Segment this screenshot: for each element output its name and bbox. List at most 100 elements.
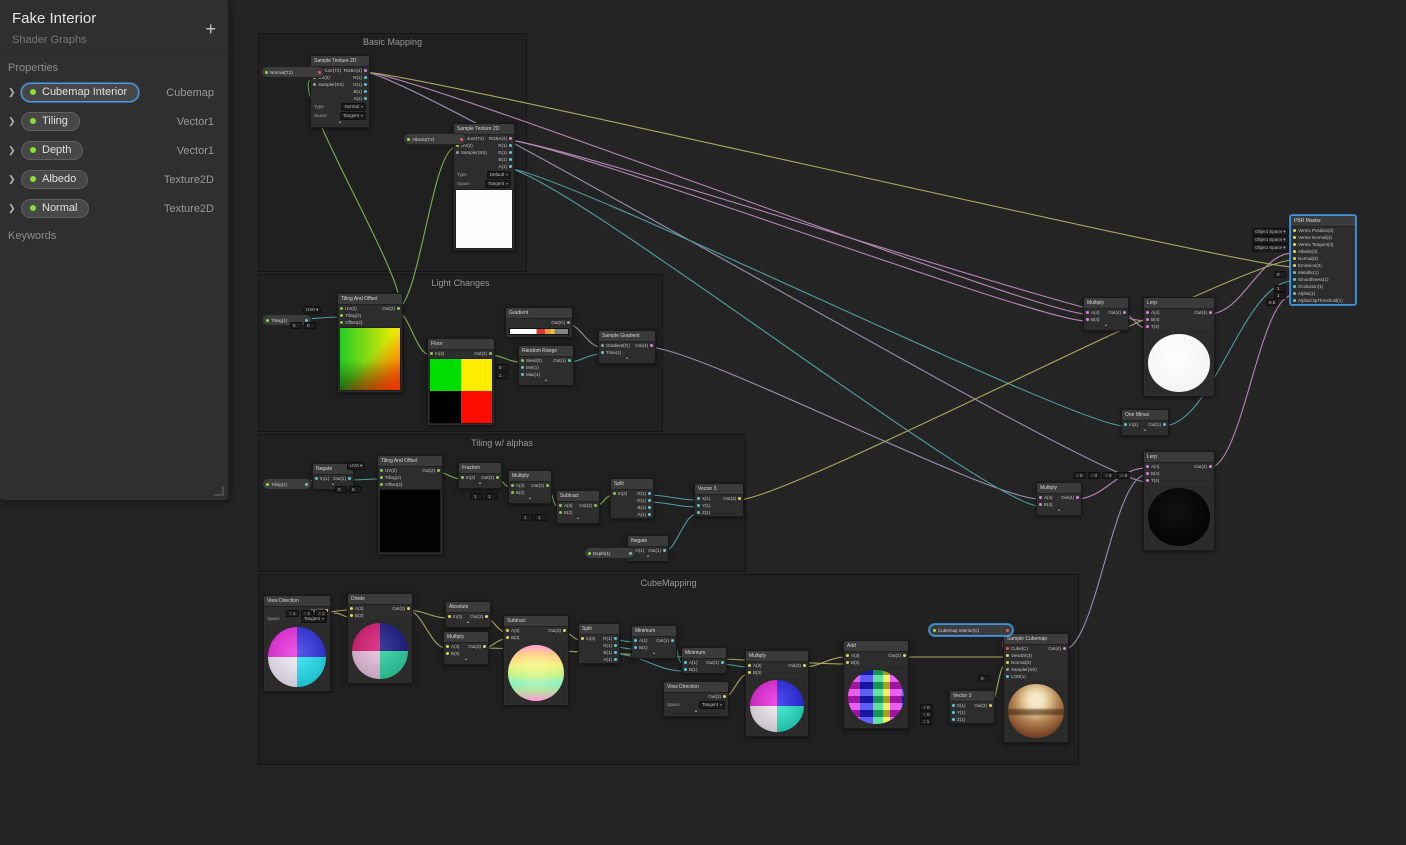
port-dot-icon[interactable]: [509, 165, 512, 168]
input-port[interactable]: Gradient(G): [601, 343, 630, 348]
dropdown-space-1[interactable]: Object Space ▾: [1252, 228, 1289, 236]
port-dot-icon[interactable]: [485, 615, 488, 618]
input-port[interactable]: Occlusion(1): [1293, 284, 1323, 289]
port-dot-icon[interactable]: [430, 352, 433, 355]
port-dot-icon[interactable]: [581, 637, 584, 640]
input-port[interactable]: Normal(3): [1006, 660, 1031, 665]
port-dot-icon[interactable]: [509, 144, 512, 147]
graph-pill-prop-tiling-b[interactable]: Tiling(1): [262, 478, 312, 490]
collapse-chevron-icon[interactable]: ⌄: [1084, 322, 1128, 330]
collapse-chevron-icon[interactable]: ⌄: [446, 619, 490, 627]
output-port[interactable]: A(1): [498, 164, 512, 169]
port-dot-icon[interactable]: [634, 639, 637, 642]
output-port[interactable]: Out(4): [1194, 310, 1212, 315]
input-port[interactable]: A(3): [748, 663, 762, 668]
input-port[interactable]: AlphaClipThreshold(1): [1293, 298, 1343, 303]
value-field[interactable]: 1: [471, 493, 483, 500]
port-dot-icon[interactable]: [1209, 465, 1212, 468]
port-dot-icon[interactable]: [340, 321, 343, 324]
dropdown-uv-channel-1[interactable]: UV0 ▾: [303, 306, 322, 314]
value-field[interactable]: X0: [920, 704, 933, 711]
output-port[interactable]: Out(3): [470, 614, 488, 619]
port-dot-icon[interactable]: [460, 137, 463, 141]
input-port[interactable]: In(1): [1124, 422, 1138, 427]
port-dot-icon[interactable]: [506, 629, 509, 632]
input-port[interactable]: B(3): [846, 660, 860, 665]
collapse-chevron-icon[interactable]: ⌄: [1122, 427, 1168, 435]
graph-pill-prop-cubemap-interior[interactable]: Cubemap Interior(C): [929, 624, 1013, 636]
output-port[interactable]: Out(3): [468, 644, 486, 649]
output-port[interactable]: Out(1): [1148, 422, 1166, 427]
input-port[interactable]: B(4): [1146, 471, 1160, 476]
input-port[interactable]: Smoothness(1): [1293, 277, 1329, 282]
input-port[interactable]: X(1): [697, 496, 711, 501]
port-dot-icon[interactable]: [697, 511, 700, 514]
value-field[interactable]: Y1: [300, 610, 314, 617]
value-field[interactable]: 1: [535, 514, 547, 521]
port-dot-icon[interactable]: [511, 491, 514, 494]
input-port[interactable]: Alpha(1): [1293, 291, 1315, 296]
node-view-direction-2[interactable]: View Direction Out(3) Space Tangent ▾ ⌄: [663, 681, 729, 717]
port-dot-icon[interactable]: [364, 83, 367, 86]
collapse-chevron-icon[interactable]: ⌄: [519, 377, 573, 385]
value-field[interactable]: 1: [496, 372, 508, 379]
resize-grip[interactable]: [214, 486, 224, 496]
port-dot-icon[interactable]: [340, 314, 343, 317]
property-pill-cubemap-interior[interactable]: Cubemap Interior: [21, 83, 139, 102]
port-dot-icon[interactable]: [1123, 311, 1126, 314]
port-dot-icon[interactable]: [364, 76, 367, 79]
port-dot-icon[interactable]: [1293, 292, 1296, 295]
input-port[interactable]: A(4): [1086, 310, 1100, 315]
port-dot-icon[interactable]: [989, 704, 992, 707]
input-port[interactable]: Normal(3): [1293, 256, 1318, 261]
input-port[interactable]: Z(1): [697, 510, 710, 515]
collapse-chevron-icon[interactable]: ⌄: [509, 495, 551, 503]
input-port[interactable]: Vertex Normal(3): [1293, 235, 1332, 240]
port-dot-icon[interactable]: [738, 497, 741, 500]
property-pill-normal[interactable]: Normal: [21, 199, 90, 218]
output-port[interactable]: Out(2): [474, 351, 492, 356]
collapse-chevron-icon[interactable]: ⌄: [459, 480, 501, 488]
input-port[interactable]: B(4): [1039, 502, 1053, 507]
node-multiply-r1[interactable]: Multiply A(4) Out(4) B(4) ⌄: [1083, 297, 1129, 331]
port-dot-icon[interactable]: [1293, 264, 1296, 267]
input-port[interactable]: In(2): [430, 351, 444, 356]
port-dot-icon[interactable]: [1146, 318, 1149, 321]
input-port[interactable]: A(1): [634, 638, 648, 643]
port-dot-icon[interactable]: [648, 513, 651, 516]
output-port[interactable]: Out(3): [974, 703, 992, 708]
output-port[interactable]: R(1): [637, 491, 651, 496]
node-subtract-a[interactable]: Subtract A(2) Out(2) B(2) ⌄: [556, 490, 600, 524]
input-port[interactable]: In(3): [581, 636, 595, 641]
output-port[interactable]: B(1): [498, 157, 512, 162]
value-field[interactable]: 0: [349, 486, 361, 493]
control-dropdown[interactable]: Default ▾: [486, 170, 511, 179]
output-port[interactable]: G(1): [603, 643, 617, 648]
input-port[interactable]: B(2): [511, 490, 525, 495]
port-dot-icon[interactable]: [1163, 423, 1166, 426]
port-dot-icon[interactable]: [568, 359, 571, 362]
control-dropdown[interactable]: Normal ▾: [341, 102, 366, 111]
input-port[interactable]: Seed(2): [521, 358, 542, 363]
output-port[interactable]: Out(4): [1194, 464, 1212, 469]
port-dot-icon[interactable]: [648, 506, 651, 509]
port-dot-icon[interactable]: [1006, 661, 1009, 664]
input-port[interactable]: A(3): [350, 606, 364, 611]
port-dot-icon[interactable]: [1006, 675, 1009, 678]
node-absolute[interactable]: Absolute In(3) Out(3) ⌄: [445, 601, 491, 628]
value-field[interactable]: 0: [304, 322, 316, 329]
output-port[interactable]: Out(2): [579, 503, 597, 508]
output-port[interactable]: G(1): [353, 82, 367, 87]
input-port[interactable]: Vertex Position(3): [1293, 228, 1334, 233]
expand-chevron-icon[interactable]: ❯: [8, 87, 21, 98]
output-port[interactable]: Out(1): [553, 358, 571, 363]
output-port[interactable]: Out(2): [481, 475, 499, 480]
collapse-chevron-icon[interactable]: ⌄: [557, 515, 599, 523]
input-port[interactable]: X(1): [952, 703, 966, 708]
output-port[interactable]: Out(1): [333, 476, 351, 481]
node-add[interactable]: Add A(3) Out(3) B(3): [843, 640, 909, 729]
port-dot-icon[interactable]: [364, 90, 367, 93]
port-dot-icon[interactable]: [903, 654, 906, 657]
value-field[interactable]: X1: [286, 610, 299, 617]
port-dot-icon[interactable]: [684, 661, 687, 664]
